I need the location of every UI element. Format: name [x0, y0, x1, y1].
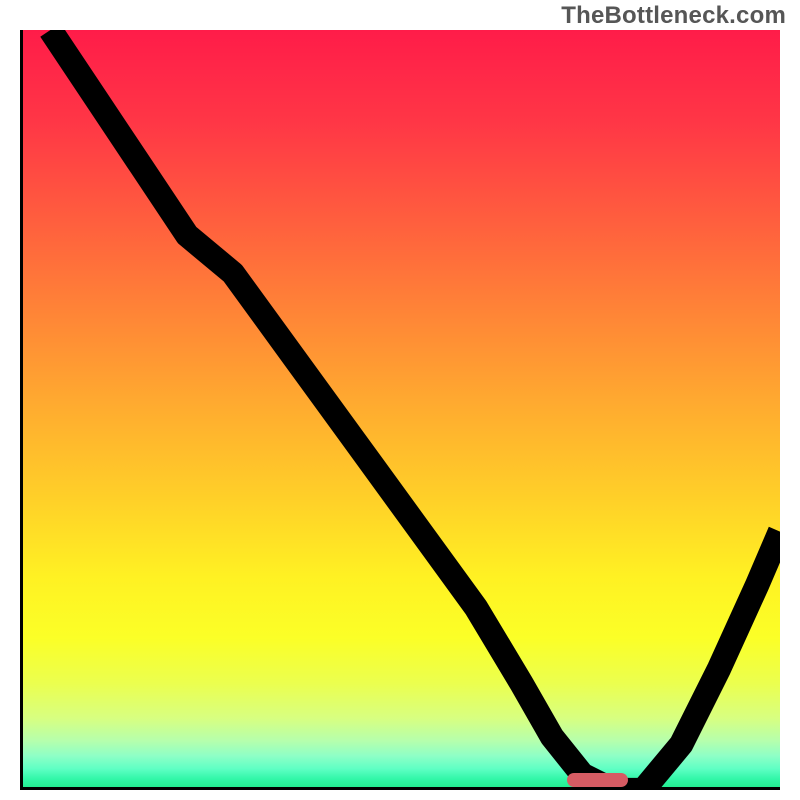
y-axis — [20, 30, 23, 790]
x-axis — [20, 787, 780, 790]
attribution-label: TheBottleneck.com — [561, 2, 786, 30]
optimum-marker — [567, 773, 628, 787]
bottleneck-curve — [20, 30, 780, 790]
bottleneck-chart — [20, 30, 780, 790]
